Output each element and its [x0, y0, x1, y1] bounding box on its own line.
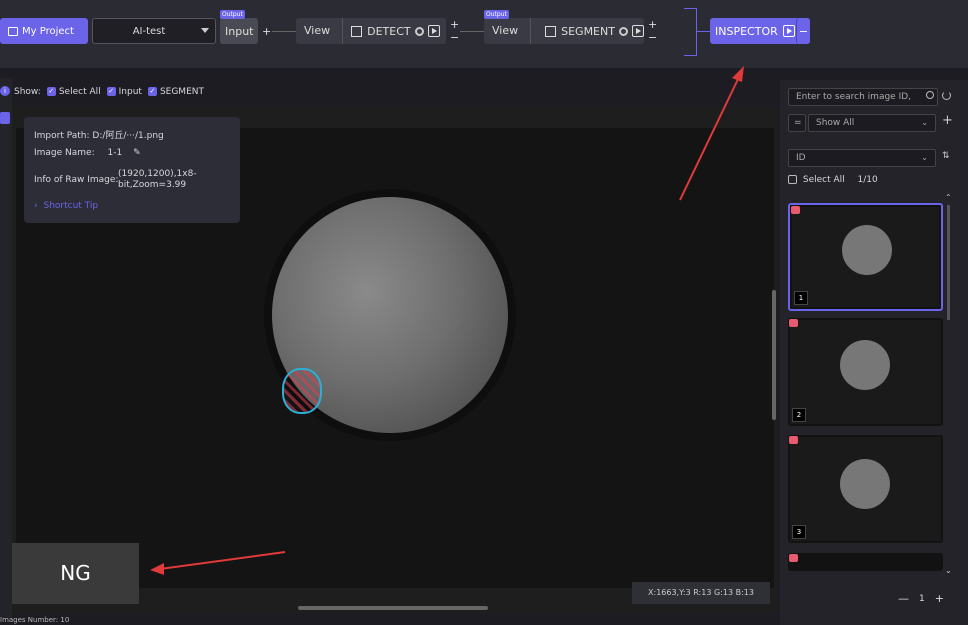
annotation-arrows — [150, 66, 744, 575]
arrow-to-inspector — [679, 74, 741, 201]
arrowhead — [150, 563, 164, 575]
arrow-to-result — [159, 551, 286, 570]
arrowhead — [732, 66, 744, 82]
